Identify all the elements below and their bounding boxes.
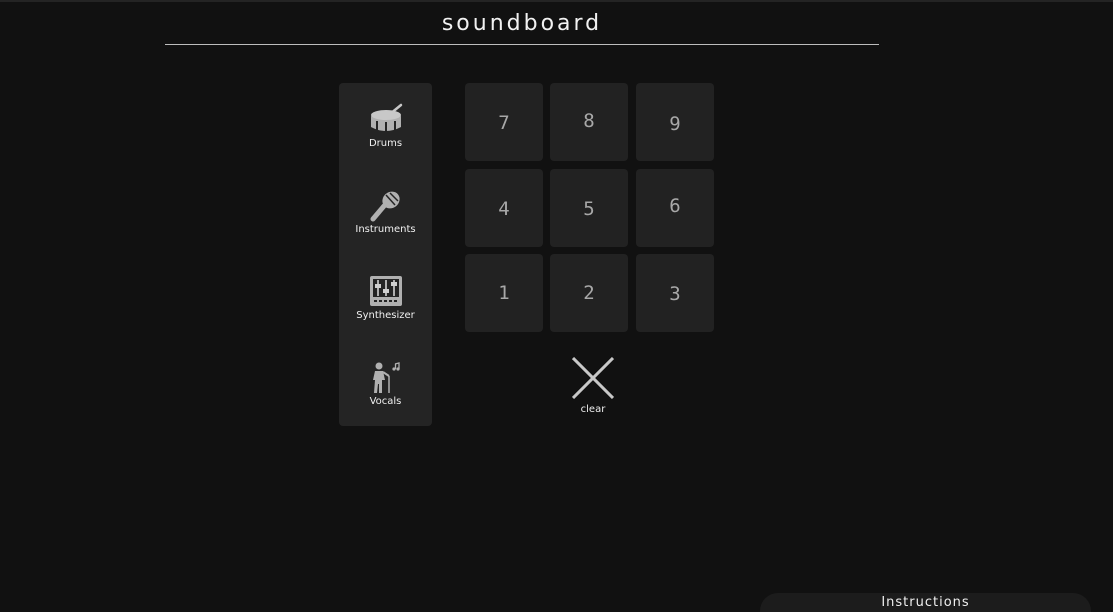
pad-4[interactable]: 4 [465, 169, 543, 247]
pad-label: 2 [583, 282, 595, 304]
category-sidebar: Drums Instruments Synthesizer Vocals [339, 83, 432, 426]
pad-9[interactable]: 9 [636, 83, 714, 161]
pad-label: 9 [669, 113, 681, 135]
instructions-tab[interactable]: Instructions [760, 593, 1091, 612]
pad-6[interactable]: 6 [636, 169, 714, 247]
pad-7[interactable]: 7 [465, 83, 543, 161]
header: soundboard [165, 8, 879, 45]
synthesizer-icon [368, 274, 404, 310]
clear-label: clear [580, 404, 606, 415]
pad-label: 1 [498, 282, 510, 304]
pad-1[interactable]: 1 [465, 254, 543, 332]
sidebar-item-label: Synthesizer [356, 310, 415, 321]
top-border [0, 0, 1113, 2]
pad-label: 3 [669, 283, 681, 305]
sidebar-item-synthesizer[interactable]: Synthesizer [339, 255, 432, 341]
pad-5[interactable]: 5 [550, 169, 628, 247]
drum-icon [368, 102, 404, 138]
sidebar-item-drums[interactable]: Drums [339, 83, 432, 169]
pad-label: 6 [669, 195, 681, 217]
sidebar-item-label: Instruments [355, 224, 416, 235]
sound-pad-grid: 7 8 9 4 5 6 1 2 3 [465, 83, 715, 333]
sidebar-item-vocals[interactable]: Vocals [339, 341, 432, 427]
close-icon [572, 357, 614, 399]
pad-label: 4 [498, 198, 510, 220]
pad-2[interactable]: 2 [550, 254, 628, 332]
maracas-icon [368, 188, 404, 224]
sidebar-item-label: Vocals [369, 396, 402, 407]
clear-button[interactable]: clear [566, 355, 620, 419]
pad-label: 5 [583, 198, 595, 220]
pad-label: 7 [498, 112, 510, 134]
instructions-label: Instructions [881, 595, 970, 610]
page-title: soundboard [441, 11, 603, 36]
singer-icon [368, 360, 404, 396]
pad-8[interactable]: 8 [550, 83, 628, 161]
pad-3[interactable]: 3 [636, 254, 714, 332]
sidebar-item-label: Drums [368, 138, 403, 149]
pad-label: 8 [583, 110, 595, 132]
sidebar-item-instruments[interactable]: Instruments [339, 169, 432, 255]
